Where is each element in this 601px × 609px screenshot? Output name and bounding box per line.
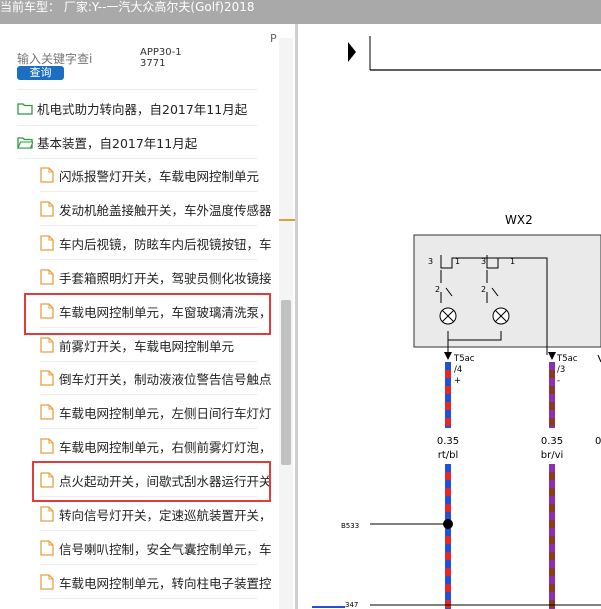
- connector-arrow-icon: [548, 352, 556, 360]
- separator: [40, 259, 257, 260]
- tree-item[interactable]: 闪烁报警灯开关，车载电网控制单元: [40, 165, 259, 185]
- separator: [40, 428, 257, 429]
- tree-item[interactable]: 倒车灯开关，制动液液位警告信号触点: [40, 368, 272, 388]
- pin-label: 2: [435, 285, 440, 294]
- node-label: B533: [341, 522, 359, 530]
- tree-item-label: 信号喇叭控制，安全气囊控制单元，车: [59, 541, 272, 557]
- connector-pin: /4: [454, 365, 462, 375]
- resize-marker: [279, 219, 295, 221]
- title-bar: 当前车型： 厂家:Y--一汽大众高尔夫(Golf)2018: [0, 0, 601, 24]
- tree-item-label: 车载电网控制单元，转向柱电子装置控: [59, 575, 272, 591]
- document-icon: [40, 337, 54, 353]
- tree-item-label: 发动机舱盖接触开关，车外温度传感器: [59, 202, 272, 218]
- tree-item[interactable]: 车载电网控制单元，右侧前雾灯灯泡，: [40, 436, 272, 456]
- tree-item-label: 前雾灯开关，车载电网控制单元: [59, 338, 235, 354]
- wire-size: 0.35: [437, 436, 459, 447]
- separator: [40, 225, 257, 226]
- tree-item[interactable]: 车载电网控制单元，左侧日间行车灯灯: [40, 402, 272, 422]
- component-label: WX2: [505, 213, 533, 227]
- vehicle-title: 当前车型： 厂家:Y--一汽大众高尔夫(Golf)2018: [0, 0, 255, 14]
- app-code: APP30-13771: [140, 47, 182, 69]
- wire-color: br/vi: [541, 450, 564, 461]
- separator: [17, 89, 257, 90]
- wire-size: 0: [595, 436, 601, 447]
- folder-open-icon: [17, 136, 33, 149]
- document-icon: [40, 167, 54, 183]
- folder-label: 机电式助力转向器，自2017年11月起: [37, 101, 248, 117]
- tree-item-label: 车内后视镜，防眩车内后视镜按钮，车: [59, 236, 272, 252]
- junction-node: [443, 519, 453, 529]
- connector-arrow-icon: [444, 352, 452, 360]
- wire-size: 0.35: [541, 436, 563, 447]
- connector-sign: -: [557, 376, 560, 386]
- highlight-box: [32, 461, 271, 502]
- tree-folder[interactable]: 机电式助力转向器，自2017年11月起: [17, 96, 247, 120]
- highlight-box: [24, 293, 271, 335]
- folder-icon: [17, 102, 33, 115]
- tree-item-label: 车载电网控制单元，左侧日间行车灯灯: [59, 405, 272, 421]
- lamp-icon: [492, 307, 510, 325]
- separator: [40, 530, 257, 531]
- wiring-diagram: WX2 3 1 3 1 2 2 T5ac /4 + T5ac /3 - 0.35…: [298, 24, 601, 609]
- tree-item-label: 车载电网控制单元，右侧前雾灯灯泡，: [59, 439, 272, 455]
- pin-label: 1: [455, 257, 460, 266]
- page-arrow-icon[interactable]: [348, 42, 356, 62]
- separator: [40, 191, 257, 192]
- search-button[interactable]: 查询: [17, 66, 64, 80]
- document-icon: [40, 540, 54, 556]
- tree-item[interactable]: 手套箱照明灯开关，驾驶员侧化妆镜接: [40, 267, 272, 287]
- tree-folder[interactable]: 基本装置，自2017年11月起: [17, 130, 197, 154]
- wire-color: rt/bl: [438, 450, 459, 461]
- bottom-number: 347: [345, 601, 358, 609]
- connector-name: T5ac: [453, 354, 475, 364]
- search-input[interactable]: [17, 52, 107, 66]
- separator: [40, 564, 257, 565]
- pin-label: 3: [428, 257, 433, 266]
- tree-item-label: 转向信号灯开关，定速巡航装置开关，: [59, 507, 272, 523]
- scrollbar-thumb[interactable]: [281, 300, 291, 465]
- document-icon: [40, 201, 54, 217]
- tree-item[interactable]: 车载电网控制单元，转向柱电子装置控: [40, 572, 272, 592]
- component-box: [413, 234, 601, 348]
- pin-label: 1: [510, 257, 515, 266]
- document-icon: [40, 404, 54, 420]
- tree-item[interactable]: 发动机舱盖接触开关，车外温度传感器: [40, 199, 272, 219]
- tree-item[interactable]: 前雾灯开关，车载电网控制单元: [40, 335, 234, 355]
- document-icon: [40, 506, 54, 522]
- tree-item[interactable]: 信号喇叭控制，安全气囊控制单元，车: [40, 538, 272, 558]
- tree-item[interactable]: 车内后视镜，防眩车内后视镜按钮，车: [40, 233, 272, 253]
- separator: [17, 158, 257, 159]
- pin-label: 3: [481, 257, 486, 266]
- document-icon: [40, 438, 54, 454]
- sidebar-marker: P: [270, 32, 277, 45]
- document-icon: [40, 269, 54, 285]
- separator: [40, 394, 257, 395]
- document-icon: [40, 370, 54, 386]
- tree-item-label: 手套箱照明灯开关，驾驶员侧化妆镜接: [59, 270, 272, 286]
- tree-item-label: 倒车灯开关，制动液液位警告信号触点: [59, 371, 272, 387]
- separator: [40, 598, 257, 599]
- document-icon: [40, 235, 54, 251]
- tree-item-label: 闪烁报警灯开关，车载电网控制单元: [59, 168, 260, 184]
- folder-label: 基本装置，自2017年11月起: [37, 135, 198, 151]
- tree-item[interactable]: 转向信号灯开关，定速巡航装置开关，: [40, 504, 272, 524]
- connector-sign: +: [454, 376, 461, 386]
- document-icon: [40, 574, 54, 590]
- pin-label: 2: [481, 285, 486, 294]
- separator: [40, 361, 257, 362]
- separator: [17, 125, 257, 126]
- connector-name: T5ac: [556, 354, 578, 364]
- lamp-icon: [439, 307, 457, 325]
- connector-pin: /3: [557, 365, 565, 375]
